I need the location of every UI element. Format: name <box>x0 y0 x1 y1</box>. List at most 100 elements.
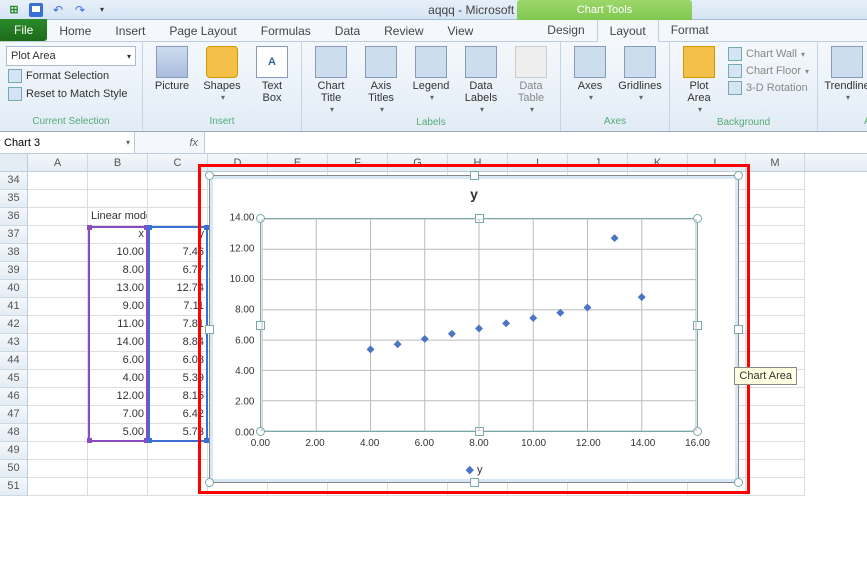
select-all-corner[interactable] <box>0 154 28 171</box>
cell-B36[interactable]: Linear model <box>88 208 148 226</box>
tab-view[interactable]: View <box>436 20 486 41</box>
redo-button[interactable]: ↷ <box>70 2 90 18</box>
row-header-43[interactable]: 43 <box>0 334 28 352</box>
format-selection-button[interactable]: Format Selection <box>6 68 111 84</box>
row-header-38[interactable]: 38 <box>0 244 28 262</box>
excel-icon[interactable]: ⊞ <box>4 2 24 18</box>
worksheet-grid[interactable]: ABCDEFGHIJKLM 343536Linear model37xy3810… <box>0 154 867 563</box>
cell-B42[interactable]: 11.00 <box>88 316 148 334</box>
cell-A36[interactable] <box>28 208 88 226</box>
cell-M43[interactable] <box>746 334 805 352</box>
tab-layout[interactable]: Layout <box>597 19 659 42</box>
chart-element-selector[interactable]: Plot Area ▾ <box>6 46 136 66</box>
cell-M36[interactable] <box>746 208 805 226</box>
cell-B38[interactable]: 10.00 <box>88 244 148 262</box>
cell-A41[interactable] <box>28 298 88 316</box>
cell-M47[interactable] <box>746 406 805 424</box>
cell-A35[interactable] <box>28 190 88 208</box>
row-header-48[interactable]: 48 <box>0 424 28 442</box>
cell-B43[interactable]: 14.00 <box>88 334 148 352</box>
row-header-44[interactable]: 44 <box>0 352 28 370</box>
cell-B45[interactable]: 4.00 <box>88 370 148 388</box>
save-button[interactable] <box>26 2 46 18</box>
cell-M35[interactable] <box>746 190 805 208</box>
row-header-34[interactable]: 34 <box>0 172 28 190</box>
cell-B51[interactable] <box>88 478 148 496</box>
chevron-down-icon[interactable]: ▾ <box>126 138 130 147</box>
row-header-51[interactable]: 51 <box>0 478 28 496</box>
name-box-input[interactable] <box>4 137 126 149</box>
tab-insert[interactable]: Insert <box>103 20 157 41</box>
cell-M34[interactable] <box>746 172 805 190</box>
cell-B35[interactable] <box>88 190 148 208</box>
qat-customize[interactable]: ▾ <box>92 2 112 18</box>
tab-design[interactable]: Design <box>535 19 596 41</box>
chart-title-button[interactable]: Chart Title <box>308 46 354 115</box>
cell-A49[interactable] <box>28 442 88 460</box>
cell-M41[interactable] <box>746 298 805 316</box>
formula-input[interactable] <box>205 132 867 153</box>
cell-B46[interactable]: 12.00 <box>88 388 148 406</box>
row-header-36[interactable]: 36 <box>0 208 28 226</box>
cell-M46[interactable] <box>746 388 805 406</box>
col-header-B[interactable]: B <box>88 154 148 171</box>
row-header-47[interactable]: 47 <box>0 406 28 424</box>
tab-formulas[interactable]: Formulas <box>249 20 323 41</box>
chart-object[interactable]: y 0.002.004.006.008.0010.0012.0014.000.0… <box>209 175 739 483</box>
reset-to-match-button[interactable]: Reset to Match Style <box>6 86 130 102</box>
cell-B39[interactable]: 8.00 <box>88 262 148 280</box>
tab-page-layout[interactable]: Page Layout <box>157 20 248 41</box>
cell-M49[interactable] <box>746 442 805 460</box>
cell-B49[interactable] <box>88 442 148 460</box>
row-header-35[interactable]: 35 <box>0 190 28 208</box>
cell-A43[interactable] <box>28 334 88 352</box>
trendline-button[interactable]: Trendline <box>824 46 867 103</box>
cell-M48[interactable] <box>746 424 805 442</box>
tab-data[interactable]: Data <box>323 20 372 41</box>
axes-button[interactable]: Axes <box>567 46 613 103</box>
undo-button[interactable]: ↶ <box>48 2 68 18</box>
cell-A34[interactable] <box>28 172 88 190</box>
data-labels-button[interactable]: Data Labels <box>458 46 504 115</box>
cell-B40[interactable]: 13.00 <box>88 280 148 298</box>
cell-A44[interactable] <box>28 352 88 370</box>
cell-M50[interactable] <box>746 460 805 478</box>
cell-A37[interactable] <box>28 226 88 244</box>
cell-M42[interactable] <box>746 316 805 334</box>
cell-M51[interactable] <box>746 478 805 496</box>
row-header-41[interactable]: 41 <box>0 298 28 316</box>
axis-titles-button[interactable]: Axis Titles <box>358 46 404 115</box>
row-header-39[interactable]: 39 <box>0 262 28 280</box>
gridlines-button[interactable]: Gridlines <box>617 46 663 103</box>
cell-B37[interactable]: x <box>88 226 148 244</box>
cell-A40[interactable] <box>28 280 88 298</box>
tab-file[interactable]: File <box>0 19 47 41</box>
cell-A46[interactable] <box>28 388 88 406</box>
cell-B48[interactable]: 5.00 <box>88 424 148 442</box>
cell-M40[interactable] <box>746 280 805 298</box>
col-header-M[interactable]: M <box>746 154 805 171</box>
cell-B47[interactable]: 7.00 <box>88 406 148 424</box>
tab-home[interactable]: Home <box>47 20 103 41</box>
row-header-50[interactable]: 50 <box>0 460 28 478</box>
cell-B50[interactable] <box>88 460 148 478</box>
cell-B34[interactable] <box>88 172 148 190</box>
picture-button[interactable]: Picture <box>149 46 195 92</box>
cell-A48[interactable] <box>28 424 88 442</box>
fx-button[interactable]: fx <box>135 132 205 153</box>
textbox-button[interactable]: AText Box <box>249 46 295 104</box>
row-header-45[interactable]: 45 <box>0 370 28 388</box>
cell-A50[interactable] <box>28 460 88 478</box>
cell-A39[interactable] <box>28 262 88 280</box>
col-header-A[interactable]: A <box>28 154 88 171</box>
cell-A42[interactable] <box>28 316 88 334</box>
tab-format[interactable]: Format <box>659 19 721 41</box>
name-box[interactable]: ▾ <box>0 132 135 153</box>
plot-area-button[interactable]: Plot Area <box>676 46 722 115</box>
cell-M38[interactable] <box>746 244 805 262</box>
row-header-37[interactable]: 37 <box>0 226 28 244</box>
cell-A47[interactable] <box>28 406 88 424</box>
row-header-42[interactable]: 42 <box>0 316 28 334</box>
cell-B41[interactable]: 9.00 <box>88 298 148 316</box>
cell-A45[interactable] <box>28 370 88 388</box>
